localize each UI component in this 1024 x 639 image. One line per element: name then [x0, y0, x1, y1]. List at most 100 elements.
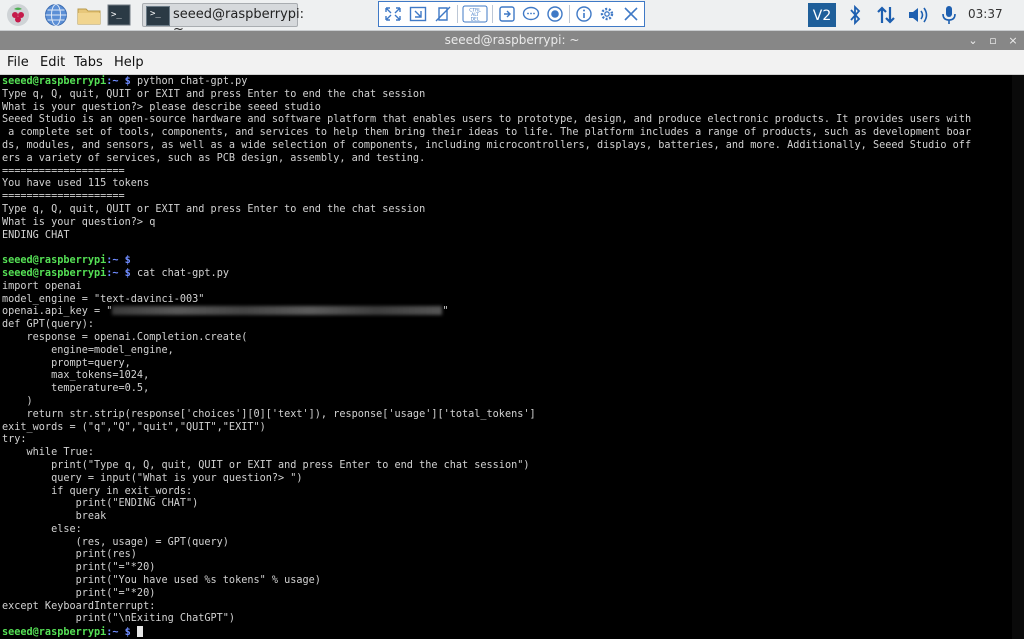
terminal-line: ): [2, 396, 1010, 409]
vnc-server-icon[interactable]: V2: [808, 3, 836, 27]
terminal-scrollbar[interactable]: [1012, 75, 1024, 639]
terminal-line: return str.strip(response['choices'][0][…: [2, 409, 1010, 422]
line-text: Type q, Q, quit, QUIT or EXIT and press …: [2, 88, 426, 100]
terminal-line: exit_words = ("q","Q","quit","QUIT","EXI…: [2, 422, 1010, 435]
terminal-icon: >_: [146, 6, 170, 26]
line-text: response = openai.Completion.create(: [2, 331, 248, 343]
line-text: else:: [2, 523, 82, 535]
prompt-user-host: seeed@raspberrypi: [2, 255, 107, 267]
prompt-user-host: seeed@raspberrypi: [2, 627, 107, 639]
close-icon[interactable]: [621, 5, 641, 23]
menu-file[interactable]: File: [7, 55, 29, 70]
prompt-user-host: seeed@raspberrypi: [2, 76, 107, 87]
line-text: ): [2, 395, 33, 407]
line-text: def GPT(query):: [2, 319, 95, 331]
prompt-path: :~ $: [106, 627, 131, 639]
bluetooth-icon[interactable]: [843, 3, 867, 27]
window-titlebar[interactable]: seeed@raspberrypi: ~ ⌄ ▫ ×: [0, 31, 1024, 50]
network-arrows-icon[interactable]: [874, 3, 898, 27]
line-text: print(res): [2, 549, 137, 561]
terminal-line: max_tokens=1024,: [2, 370, 1010, 383]
terminal-line: response = openai.Completion.create(: [2, 332, 1010, 345]
clipboard-icon[interactable]: [497, 5, 517, 23]
line-text: print("="*20): [2, 587, 156, 599]
terminal-line: engine=model_engine,: [2, 345, 1010, 358]
prompt-path: :~ $: [106, 76, 131, 87]
terminal-line: ENDING CHAT: [2, 230, 1010, 243]
menu-help[interactable]: Help: [114, 55, 144, 70]
terminal-line: print("ENDING CHAT"): [2, 498, 1010, 511]
top-panel: >_ >_ seeed@raspberrypi: ~ CTRLALTDEL: [0, 0, 1024, 37]
toolbar-separator: [492, 5, 493, 23]
terminal-line: (res, usage) = GPT(query): [2, 537, 1010, 550]
terminal-prompt-line: seeed@raspberrypi:~ $: [2, 626, 1010, 639]
line-text: print("\nExiting ChatGPT"): [2, 613, 236, 625]
terminal-line: temperature=0.5,: [2, 383, 1010, 396]
menu-edit[interactable]: Edit: [40, 55, 65, 70]
terminal-line: if query in exit_words:: [2, 486, 1010, 499]
line-text: What is your question?> please describe …: [2, 101, 321, 113]
line-text: What is your question?> q: [2, 216, 156, 228]
line-text: print("ENDING CHAT"): [2, 498, 199, 510]
fit-screen-icon[interactable]: [383, 5, 403, 23]
line-text: max_tokens=1024,: [2, 370, 150, 382]
file-manager-icon[interactable]: [76, 3, 101, 27]
maximize-button[interactable]: ▫: [984, 32, 1002, 49]
close-button[interactable]: ×: [1004, 32, 1022, 49]
web-browser-icon[interactable]: [44, 3, 68, 27]
terminal-line: ds, modules, and sensors, as well as a w…: [2, 140, 1010, 153]
terminal-line: except KeyboardInterrupt:: [2, 601, 1010, 614]
terminal-line: What is your question?> please describe …: [2, 102, 1010, 115]
line-text: try:: [2, 434, 27, 446]
volume-icon[interactable]: [906, 3, 930, 27]
minimize-button[interactable]: ⌄: [964, 32, 982, 49]
terminal-line: openai.api_key = " ": [2, 306, 1010, 319]
line-text: import openai: [2, 280, 82, 292]
raspberry-menu-icon[interactable]: [6, 3, 30, 27]
terminal-line: ers a variety of services, such as PCB d…: [2, 153, 1010, 166]
taskbar-terminal-button[interactable]: >_ seeed@raspberrypi: ~: [142, 3, 304, 37]
menu-tabs[interactable]: Tabs: [74, 55, 103, 70]
terminal-line: Type q, Q, quit, QUIT or EXIT and press …: [2, 89, 1010, 102]
prompt-path: :~ $: [106, 267, 131, 279]
line-text: temperature=0.5,: [2, 383, 150, 395]
terminal-line: Type q, Q, quit, QUIT or EXIT and press …: [2, 204, 1010, 217]
info-icon[interactable]: [574, 5, 594, 23]
ctrl-alt-del-icon[interactable]: CTRL ALT DEL: [462, 5, 488, 23]
redacted-api-key: [112, 306, 443, 316]
terminal-icon[interactable]: >_: [107, 3, 131, 27]
toolbar-separator: [457, 5, 458, 23]
terminal-line: a complete set of tools, components, and…: [2, 127, 1010, 140]
terminal-line: while True:: [2, 447, 1010, 460]
microphone-icon[interactable]: [937, 3, 961, 27]
svg-text:DEL: DEL: [471, 17, 480, 23]
line-text: engine=model_engine,: [2, 344, 174, 356]
terminal-lines: seeed@raspberrypi:~ $ python chat-gpt.py…: [2, 76, 1010, 639]
line-text: print("Type q, Q, quit, QUIT or EXIT and…: [2, 459, 530, 471]
terminal-line: ====================: [2, 191, 1010, 204]
text-cursor: [136, 626, 143, 638]
terminal-line: import openai: [2, 281, 1010, 294]
clock[interactable]: 03:37: [968, 7, 1003, 21]
record-icon[interactable]: [545, 5, 565, 23]
prompt-path: :~ $: [106, 255, 131, 267]
line-text: return str.strip(response['choices'][0][…: [2, 408, 536, 420]
terminal-line: def GPT(query):: [2, 319, 1010, 332]
line-text: ds, modules, and sensors, as well as a w…: [2, 139, 972, 151]
line-text: exit_words = ("q","Q","quit","QUIT","EXI…: [2, 421, 266, 433]
window-title: seeed@raspberrypi: ~: [444, 33, 580, 47]
prompt-user-host: seeed@raspberrypi: [2, 267, 107, 279]
terminal-line: You have used 115 tokens: [2, 178, 1010, 191]
chat-icon[interactable]: [521, 5, 541, 23]
line-text: while True:: [2, 447, 95, 459]
gear-icon[interactable]: [597, 5, 617, 23]
terminal-line: What is your question?> q: [2, 217, 1010, 230]
terminal-line: ====================: [2, 166, 1010, 179]
line-text: ====================: [2, 165, 125, 177]
line-text: if query in exit_words:: [2, 485, 193, 497]
line-text: Seeed Studio is an open-source hardware …: [2, 114, 972, 126]
terminal-output[interactable]: seeed@raspberrypi:~ $ python chat-gpt.py…: [0, 75, 1024, 639]
scale-icon[interactable]: [408, 5, 428, 23]
no-transfer-icon[interactable]: [433, 5, 453, 23]
